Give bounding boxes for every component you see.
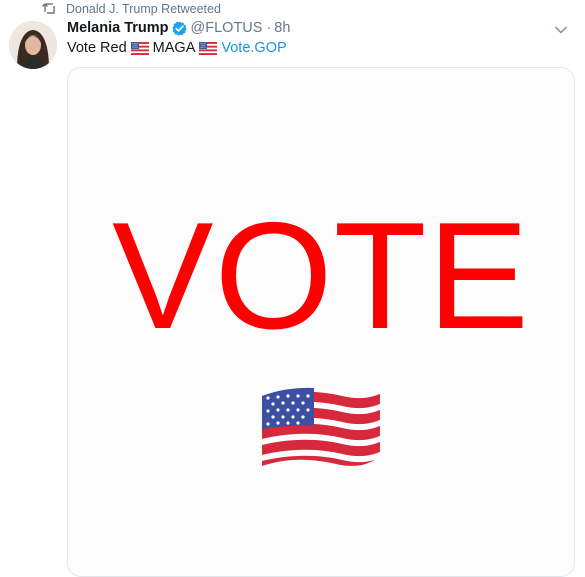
- retweet-icon: [42, 0, 58, 16]
- avatar[interactable]: [9, 21, 57, 69]
- author-name[interactable]: Melania Trump: [67, 20, 169, 36]
- retweet-label: Donald J. Trump Retweeted: [66, 2, 221, 16]
- chevron-down-icon[interactable]: [555, 22, 567, 34]
- us-flag-emoji-icon: [258, 382, 384, 474]
- media-headline: VOTE: [112, 191, 530, 361]
- header-separator: ·: [266, 20, 272, 36]
- author-handle[interactable]: @FLOTUS: [191, 20, 263, 36]
- verified-badge-icon: [172, 20, 187, 36]
- tweet-text: Vote Red MAGA Vote.GOP: [67, 38, 287, 58]
- tweet-header: Melania Trump @FLOTUS · 8h: [67, 18, 290, 38]
- tweet-media-image[interactable]: VOTE: [67, 67, 575, 577]
- tweet-text-part-2: MAGA: [152, 40, 196, 56]
- us-flag-emoji-icon: [199, 41, 218, 55]
- us-flag-emoji-icon: [130, 41, 149, 55]
- tweet-link[interactable]: Vote.GOP: [221, 40, 286, 56]
- tweet-timestamp[interactable]: 8h: [274, 20, 290, 36]
- tweet-text-part-1: Vote Red: [67, 40, 127, 56]
- retweet-context[interactable]: Donald J. Trump Retweeted: [42, 0, 221, 17]
